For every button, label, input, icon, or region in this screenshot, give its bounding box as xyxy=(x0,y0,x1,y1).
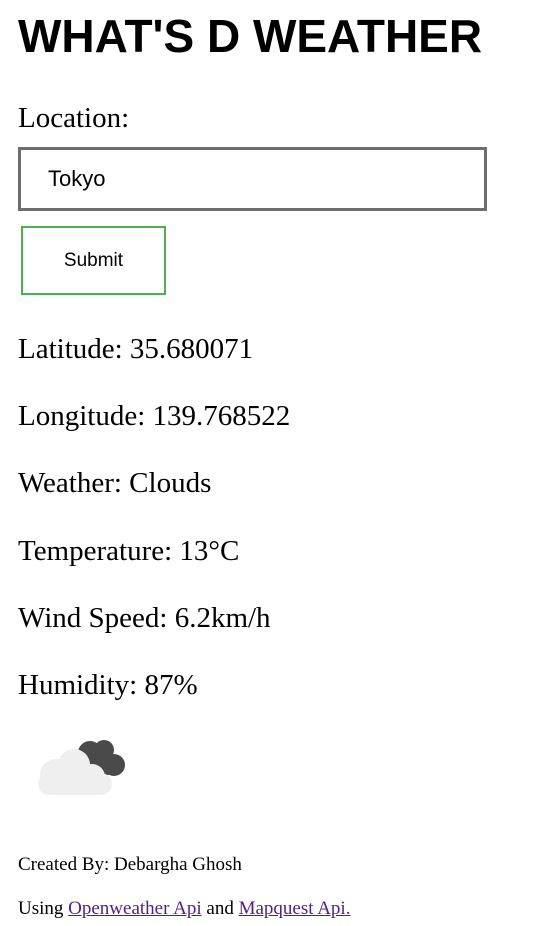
wind-speed-text: Wind Speed: 6.2km/h xyxy=(18,602,271,634)
using-apis-line: Using Openweather Api and Mapquest Api. xyxy=(18,897,350,921)
location-input[interactable] xyxy=(18,147,487,211)
created-by-text: Created By: Debargha Ghosh xyxy=(18,854,242,875)
using-prefix: Using xyxy=(18,898,64,919)
page-title: WHAT'S D WEATHER xyxy=(18,10,483,62)
longitude-text: Longitude: 139.768522 xyxy=(18,400,291,432)
mapquest-api-link[interactable]: Mapquest Api. xyxy=(239,898,351,919)
location-label: Location: xyxy=(18,102,130,134)
openweather-api-link[interactable]: Openweather Api xyxy=(68,898,201,919)
weather-text: Weather: Clouds xyxy=(18,467,212,499)
broken-clouds-icon xyxy=(34,735,130,799)
weather-app-page: WHAT'S D WEATHER Location: Submit Latitu… xyxy=(0,0,555,926)
temperature-text: Temperature: 13°C xyxy=(18,535,240,567)
submit-button[interactable]: Submit xyxy=(21,226,166,295)
humidity-text: Humidity: 87% xyxy=(18,669,198,701)
and-text: and xyxy=(206,898,234,919)
latitude-text: Latitude: 35.680071 xyxy=(18,333,254,365)
